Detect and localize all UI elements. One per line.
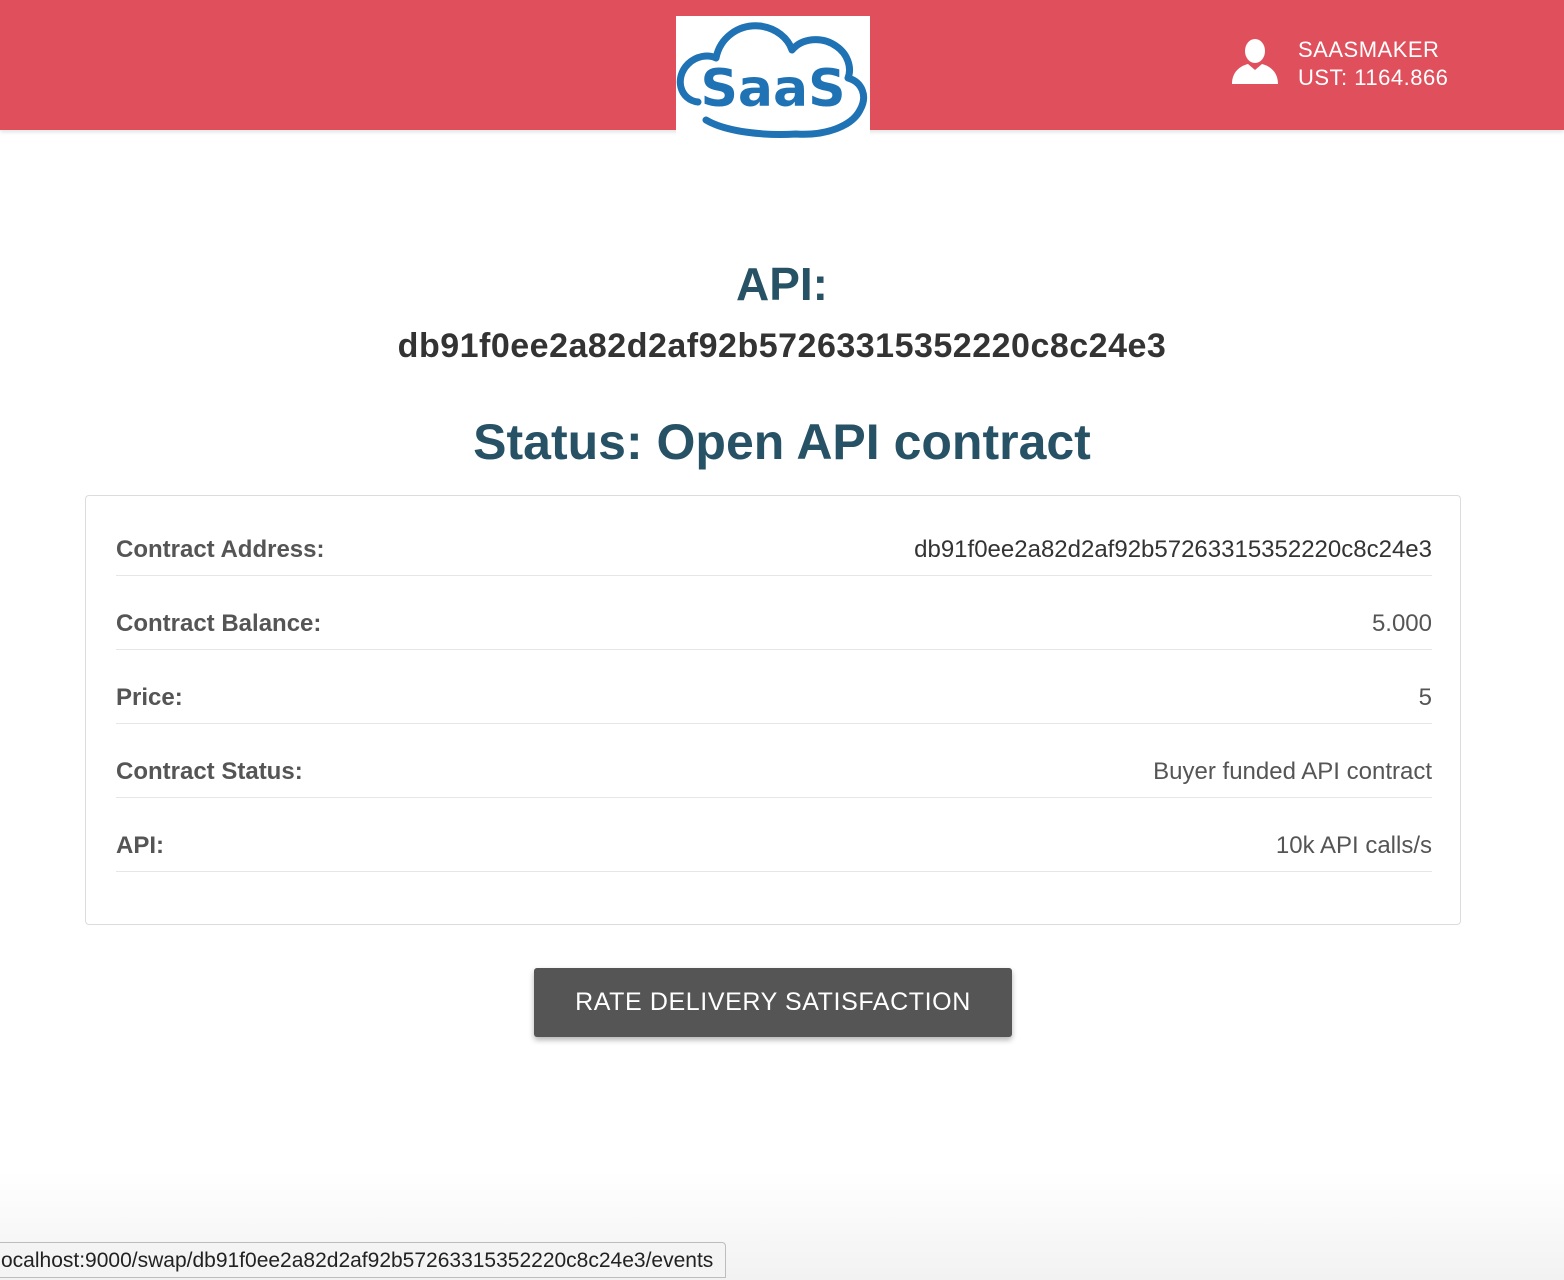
cloud-logo-icon: SaaS: [676, 22, 867, 138]
api-heading: API:: [736, 258, 828, 310]
detail-value: 5.000: [1371, 609, 1432, 637]
detail-row-contract-address: Contract Address: db91f0ee2a82d2af92b572…: [116, 524, 1432, 576]
detail-row-contract-status: Contract Status: Buyer funded API contra…: [116, 746, 1432, 798]
detail-row-contract-balance: Contract Balance: 5.000: [116, 598, 1432, 650]
user-info: SAASMAKER UST: 1164.866: [1298, 36, 1448, 92]
detail-row-price: Price: 5: [116, 672, 1432, 724]
saas-logo[interactable]: SaaS: [676, 16, 870, 140]
user-menu[interactable]: SAASMAKER UST: 1164.866: [1230, 36, 1448, 96]
detail-label: Contract Balance:: [116, 609, 322, 637]
user-name: SAASMAKER: [1298, 37, 1440, 62]
browser-status-url: ocalhost:9000/swap/db91f0ee2a82d2af92b57…: [0, 1242, 727, 1278]
detail-row-api: API: 10k API calls/s: [116, 820, 1432, 872]
status-title: Status: Open API contract: [473, 414, 1091, 470]
contract-details-card: Contract Address: db91f0ee2a82d2af92b572…: [85, 495, 1461, 925]
detail-label: Price:: [116, 683, 183, 711]
user-icon: [1232, 39, 1278, 84]
user-balance: UST: 1164.866: [1298, 65, 1449, 90]
logo-text: SaaS: [700, 59, 845, 119]
page: SaaS SAASMAKER UST: 1164.866 API: db91f0…: [0, 0, 1564, 1280]
detail-value: Buyer funded API contract: [1153, 757, 1432, 785]
detail-value: 5: [1418, 683, 1432, 711]
top-header: SaaS SAASMAKER UST: 1164.866: [0, 0, 1564, 140]
detail-label: Contract Address:: [116, 535, 325, 563]
detail-label: Contract Status:: [116, 757, 303, 785]
detail-value: db91f0ee2a82d2af92b57263315352220c8c24e3: [914, 535, 1432, 563]
detail-label: API:: [116, 831, 164, 859]
api-id: db91f0ee2a82d2af92b57263315352220c8c24e3: [397, 327, 1167, 365]
detail-value: 10k API calls/s: [1275, 831, 1432, 859]
rate-delivery-button[interactable]: RATE DELIVERY SATISFACTION: [534, 968, 1012, 1037]
